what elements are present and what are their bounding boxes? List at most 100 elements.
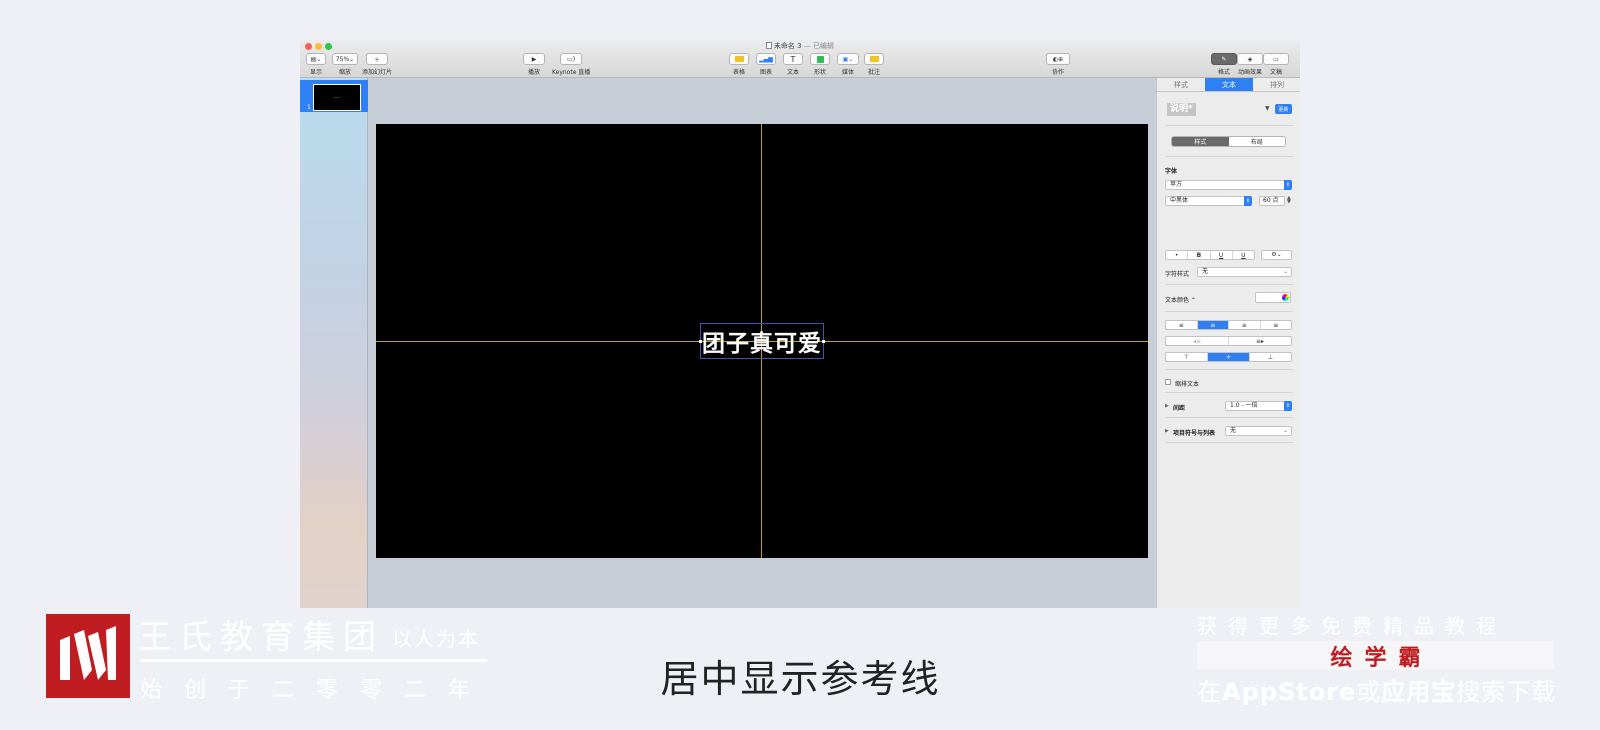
align-left-button[interactable]: ≡ [1166, 321, 1198, 329]
bullets-label: 项目符号与列表 [1173, 430, 1216, 437]
vertical-alignment-buttons: ⊤ + ⊥ [1165, 352, 1292, 362]
update-style-button[interactable]: 更新 [1275, 104, 1292, 114]
slide-text[interactable]: 团子真可爱 [702, 324, 822, 358]
disclosure-triangle-icon[interactable]: ▶ [1165, 428, 1169, 434]
media-button[interactable]: ▣⌄ 媒体 [837, 53, 859, 76]
promo-app-name-box: 绘学霸 [1197, 641, 1554, 671]
divider [1165, 284, 1293, 285]
align-right-button[interactable]: ≡ [1229, 321, 1261, 329]
window-title: 未命名 3 — 已编辑 [300, 41, 1300, 51]
resize-handle-right[interactable] [822, 340, 825, 343]
text-color-well[interactable] [1255, 292, 1291, 303]
bold-button[interactable]: B [1188, 251, 1211, 259]
tab-arrange[interactable]: 排列 [1253, 78, 1300, 91]
slide-text-box[interactable]: 团子真可爱 [699, 323, 825, 359]
promo-download-text: 在AppStore或应用宝搜索下载 [1197, 678, 1557, 706]
chart-icon: ▂▄▆ [756, 53, 776, 65]
keynote-live-button[interactable]: ▭) Keynote 直播 [552, 53, 590, 76]
indent-buttons: ◂≡ ≡▸ [1165, 336, 1292, 346]
underline-button[interactable]: U [1233, 251, 1254, 259]
decrease-indent-button[interactable]: ◂≡ [1166, 337, 1229, 345]
italic-button[interactable]: U [1211, 251, 1233, 259]
slide-canvas: 团子真可爱 [368, 78, 1156, 608]
document-button[interactable]: ▭ 文稿 [1263, 53, 1289, 76]
tab-text[interactable]: 文本 [1205, 78, 1253, 91]
bullets-select[interactable]: 无 ⌄ [1225, 426, 1292, 436]
animate-button[interactable]: ◈ 动画效果 [1237, 53, 1263, 76]
add-slide-button[interactable]: ＋ 添加幻灯片 [362, 53, 392, 76]
paragraph-style-name[interactable]: 说明* [1167, 103, 1196, 116]
char-style-label: 字符样式 [1165, 271, 1190, 278]
slide-thumbnail-image: —— [313, 84, 361, 111]
shrink-text-checkbox[interactable] [1165, 379, 1171, 385]
disclosure-triangle-icon[interactable]: ▶ [1165, 403, 1169, 409]
select-arrows-icon: ⇕ [1284, 180, 1292, 190]
text-color-label: 文本颜色 ⌃ [1165, 297, 1196, 304]
shape-button[interactable]: 形状 [810, 53, 830, 76]
divider [1165, 156, 1293, 157]
inspector-tabs: 样式 文本 排列 [1157, 78, 1300, 92]
text-options-button[interactable]: • [1166, 251, 1189, 259]
paintbrush-icon: ✎ [1211, 53, 1237, 65]
color-wheel-icon[interactable] [1282, 294, 1289, 301]
divider [1165, 369, 1293, 370]
font-section-label: 字体 [1165, 168, 1178, 175]
segment-style[interactable]: 样式 [1172, 137, 1229, 146]
sidebar-icon: ▤⌄ [306, 53, 326, 65]
document-inspector-icon: ▭ [1263, 53, 1289, 65]
segment-layout[interactable]: 布局 [1228, 137, 1285, 146]
table-button[interactable]: 表格 [729, 53, 749, 76]
document-icon [765, 42, 772, 49]
alignment-buttons: ≡ ≡ ≡ ≡ [1165, 320, 1292, 330]
divider [1165, 125, 1293, 126]
select-arrows-icon: ⇕ [1284, 401, 1292, 411]
resize-handle-left[interactable] [699, 340, 702, 343]
tab-style[interactable]: 样式 [1157, 78, 1205, 91]
text-icon: T [783, 53, 803, 65]
format-inspector: 样式 文本 排列 说明* ▼ 更新 样式 布局 字体 苹方 ⇕ 中黑体 ⇕ 60 点… [1156, 78, 1300, 608]
increase-indent-button[interactable]: ≡▸ [1229, 337, 1291, 345]
paragraph-style-dropdown-icon[interactable]: ▼ [1265, 105, 1270, 112]
spacing-label: 间距 [1173, 405, 1186, 412]
font-style-buttons: • B U U [1165, 250, 1255, 260]
align-top-button[interactable]: ⊤ [1166, 353, 1208, 361]
zoom-button[interactable]: 75% ⌄ 缩放 [332, 53, 358, 76]
chevron-down-icon: ⌄ [1282, 427, 1288, 434]
select-arrows-icon: ⇕ [1244, 196, 1252, 206]
toolbar: 未命名 3 — 已编辑 ▤⌄ 显示 75% ⌄ 缩放 ＋ 添加幻灯片 ▶ 播放 ▭… [300, 40, 1300, 78]
chevron-down-icon: ⌄ [1282, 268, 1288, 275]
shape-icon [810, 53, 830, 65]
promo-headline: 获得更多免费精品教程 [1197, 614, 1507, 638]
font-size-field[interactable]: 60 点 [1259, 196, 1285, 206]
play-button[interactable]: ▶ 播放 [523, 53, 545, 76]
divider [1165, 417, 1293, 418]
align-middle-button[interactable]: + [1208, 353, 1250, 361]
keynote-window: 未命名 3 — 已编辑 ▤⌄ 显示 75% ⌄ 缩放 ＋ 添加幻灯片 ▶ 播放 ▭… [300, 40, 1300, 608]
shrink-text-label: 缩排文本 [1175, 381, 1200, 388]
collaborate-icon: ◐⊕ [1046, 53, 1070, 65]
comment-button[interactable]: 批注 [864, 53, 884, 76]
chart-button[interactable]: ▂▄▆ 图表 [756, 53, 776, 76]
align-center-button[interactable]: ≡ [1197, 321, 1229, 329]
font-size-stepper[interactable]: ▲ ▼ [1287, 196, 1291, 205]
keynote-live-icon: ▭) [560, 53, 583, 65]
media-icon: ▣⌄ [837, 53, 859, 65]
spacing-select[interactable]: 1.0 - 一倍 ⇕ [1225, 401, 1292, 411]
view-button[interactable]: ▤⌄ 显示 [306, 53, 326, 76]
table-icon [729, 53, 749, 65]
font-family-select[interactable]: 苹方 ⇕ [1165, 180, 1292, 190]
promo-app-name: 绘学霸 [1330, 645, 1433, 671]
char-style-select[interactable]: 无 ⌄ [1197, 267, 1292, 277]
justify-button[interactable]: ≡ [1261, 321, 1292, 329]
divider [1165, 442, 1293, 443]
align-bottom-button[interactable]: ⊥ [1250, 353, 1291, 361]
slide-thumbnail-1[interactable]: —— 1 [300, 80, 368, 112]
advanced-options-button[interactable]: ⚙︎⌄ [1261, 250, 1292, 260]
divider [1165, 311, 1293, 312]
slide[interactable]: 团子真可爱 [376, 124, 1148, 558]
plus-icon: ＋ [366, 53, 388, 65]
font-weight-select[interactable]: 中黑体 ⇕ [1165, 196, 1252, 206]
format-button[interactable]: ✎ 格式 [1211, 53, 1237, 76]
collaborate-button[interactable]: ◐⊕ 协作 [1046, 53, 1070, 76]
text-button[interactable]: T 文本 [783, 53, 803, 76]
